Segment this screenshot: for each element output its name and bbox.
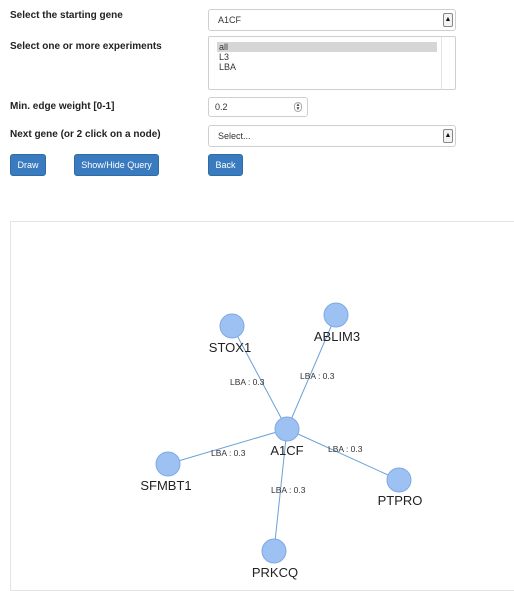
edge-label-sfmbt1: LBA : 0.3 — [211, 448, 246, 458]
node-prkcq[interactable] — [261, 538, 287, 564]
edge-label-ptpro: LBA : 0.3 — [328, 444, 363, 454]
node-label-ablim3: ABLIM3 — [314, 329, 360, 344]
node-label-ptpro: PTPRO — [378, 493, 423, 508]
node-ablim3[interactable] — [323, 302, 349, 328]
edge-label-stox1: LBA : 0.3 — [230, 377, 265, 387]
edge-sfmbt1[interactable] — [167, 428, 288, 465]
node-label-sfmbt1: SFMBT1 — [140, 478, 191, 493]
node-sfmbt1[interactable] — [155, 451, 181, 477]
graph-nodes — [155, 302, 412, 564]
node-label-prkcq: PRKCQ — [252, 565, 298, 580]
edge-ptpro[interactable] — [286, 428, 400, 481]
network-graph: LBA : 0.3 LBA : 0.3 LBA : 0.3 LBA : 0.3 … — [140, 302, 423, 580]
edge-label-prkcq: LBA : 0.3 — [271, 485, 306, 495]
node-label-a1cf: A1CF — [270, 443, 303, 458]
node-a1cf[interactable] — [274, 416, 300, 442]
node-ptpro[interactable] — [386, 467, 412, 493]
edge-label-ablim3: LBA : 0.3 — [300, 371, 335, 381]
node-label-stox1: STOX1 — [209, 340, 251, 355]
node-stox1[interactable] — [219, 313, 245, 339]
